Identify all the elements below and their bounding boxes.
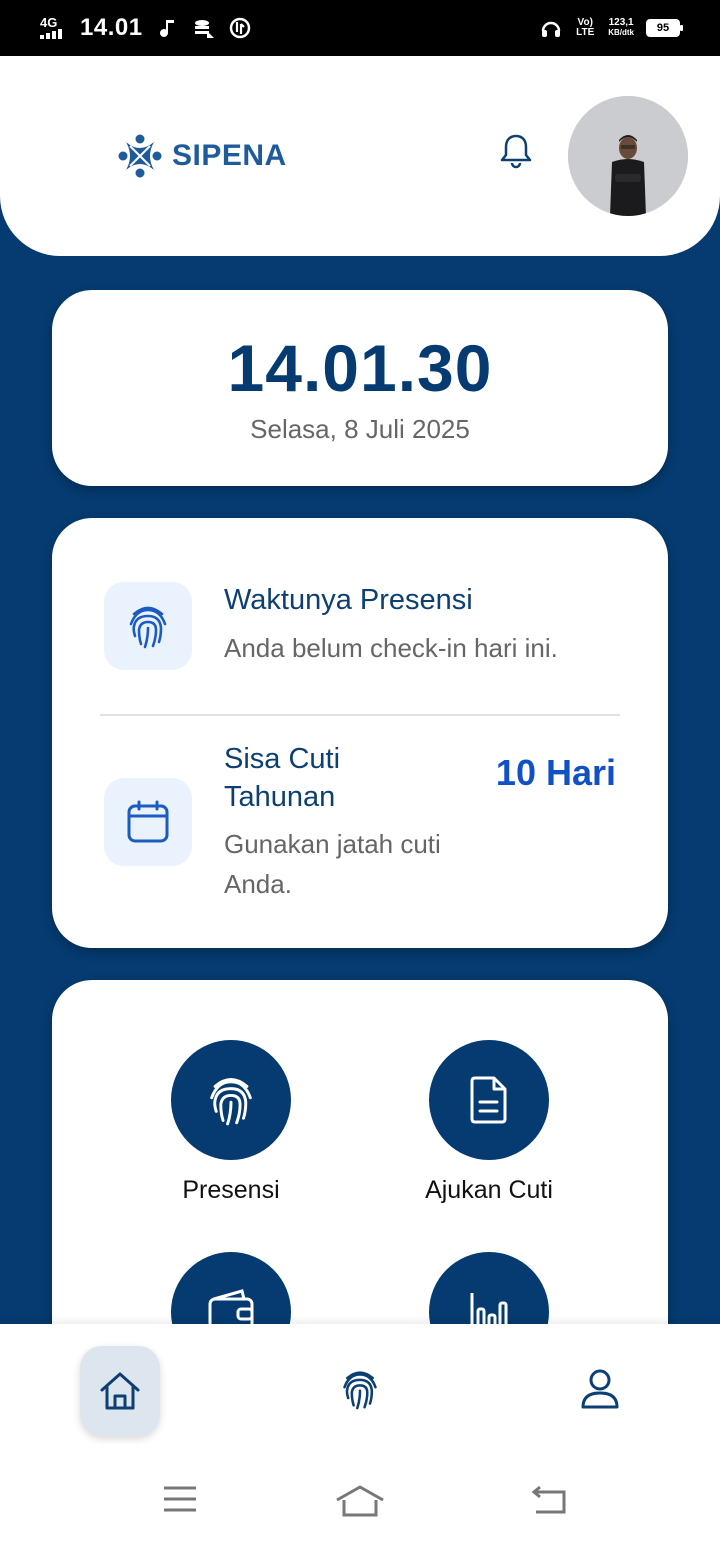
- network-indicator: 4G: [40, 15, 66, 39]
- attendance-subtitle: Anda belum check-in hari ini.: [224, 633, 558, 663]
- nav-attendance[interactable]: [338, 1366, 382, 1412]
- nav-profile[interactable]: [578, 1366, 622, 1412]
- ajukan-cuti-button[interactable]: [429, 1040, 549, 1160]
- network-speed: 123,1 KB/dtk: [608, 18, 634, 38]
- back-icon[interactable]: [530, 1484, 568, 1516]
- attendance-title: Waktunya Presensi: [224, 584, 473, 616]
- leave-title-line1: Sisa Cuti: [224, 743, 341, 775]
- leave-subtitle: Gunakan jatah cuti Anda.: [224, 824, 441, 904]
- fingerprint-icon: [129, 606, 167, 649]
- current-date: Selasa, 8 Juli 2025: [250, 414, 470, 444]
- divider: [100, 714, 620, 716]
- sipena-logo-icon: [118, 134, 162, 178]
- volte-indicator: Vo) LTE: [576, 17, 595, 38]
- summary-card: Waktunya Presensi Anda belum check-in ha…: [52, 518, 668, 948]
- ajukan-cuti-label[interactable]: Ajukan Cuti: [389, 1176, 589, 1205]
- calendar-icon: [127, 800, 169, 843]
- leave-subtitle-line1: Gunakan jatah cuti: [224, 829, 441, 859]
- status-bar: 4G 14.01 Vo) LTE 123,1 KB/dtk 95: [0, 0, 720, 56]
- app-header: SIPENA: [0, 56, 720, 256]
- menu-icon[interactable]: [162, 1484, 198, 1514]
- leave-days-remaining: 10 Hari: [495, 752, 616, 793]
- bottom-navigation: [0, 1324, 720, 1444]
- app-name: SIPENA: [172, 139, 287, 172]
- network-type: 4G: [40, 15, 58, 30]
- notification-bell-icon[interactable]: [496, 131, 536, 171]
- speed-value: 123,1: [608, 17, 634, 28]
- profile-avatar[interactable]: [568, 96, 688, 216]
- data-saver-icon: [194, 20, 214, 38]
- document-icon: [470, 1076, 507, 1124]
- system-navigation-bar: [0, 1444, 720, 1544]
- app-logo: SIPENA: [116, 132, 287, 180]
- headphones-icon: [541, 21, 561, 37]
- fingerprint-icon: [343, 1371, 377, 1410]
- signal-icon: [40, 29, 62, 39]
- nav-home[interactable]: [80, 1346, 160, 1436]
- speed-unit: KB/dtk: [608, 28, 634, 37]
- avatar-photo: [568, 96, 688, 216]
- battery-icon: 95: [646, 19, 683, 37]
- leave-subtitle-line2: Anda.: [224, 869, 292, 899]
- user-icon: [581, 1369, 619, 1409]
- presensi-label[interactable]: Presensi: [131, 1176, 331, 1205]
- clock-card: 14.01.30 Selasa, 8 Juli 2025: [52, 290, 668, 486]
- current-time: 14.01.30: [227, 331, 493, 405]
- home-icon: [100, 1372, 140, 1410]
- leave-title: Sisa Cuti Tahunan: [224, 740, 340, 816]
- presensi-button[interactable]: [171, 1040, 291, 1160]
- sync-icon: [229, 17, 250, 39]
- leave-icon-box: [104, 778, 192, 866]
- fingerprint-icon: [210, 1078, 252, 1126]
- leave-title-line2: Tahunan: [224, 781, 336, 813]
- system-home-icon[interactable]: [334, 1484, 386, 1518]
- music-note-icon: [159, 20, 174, 37]
- status-time: 14.01: [80, 14, 143, 41]
- attendance-icon-box: [104, 582, 192, 670]
